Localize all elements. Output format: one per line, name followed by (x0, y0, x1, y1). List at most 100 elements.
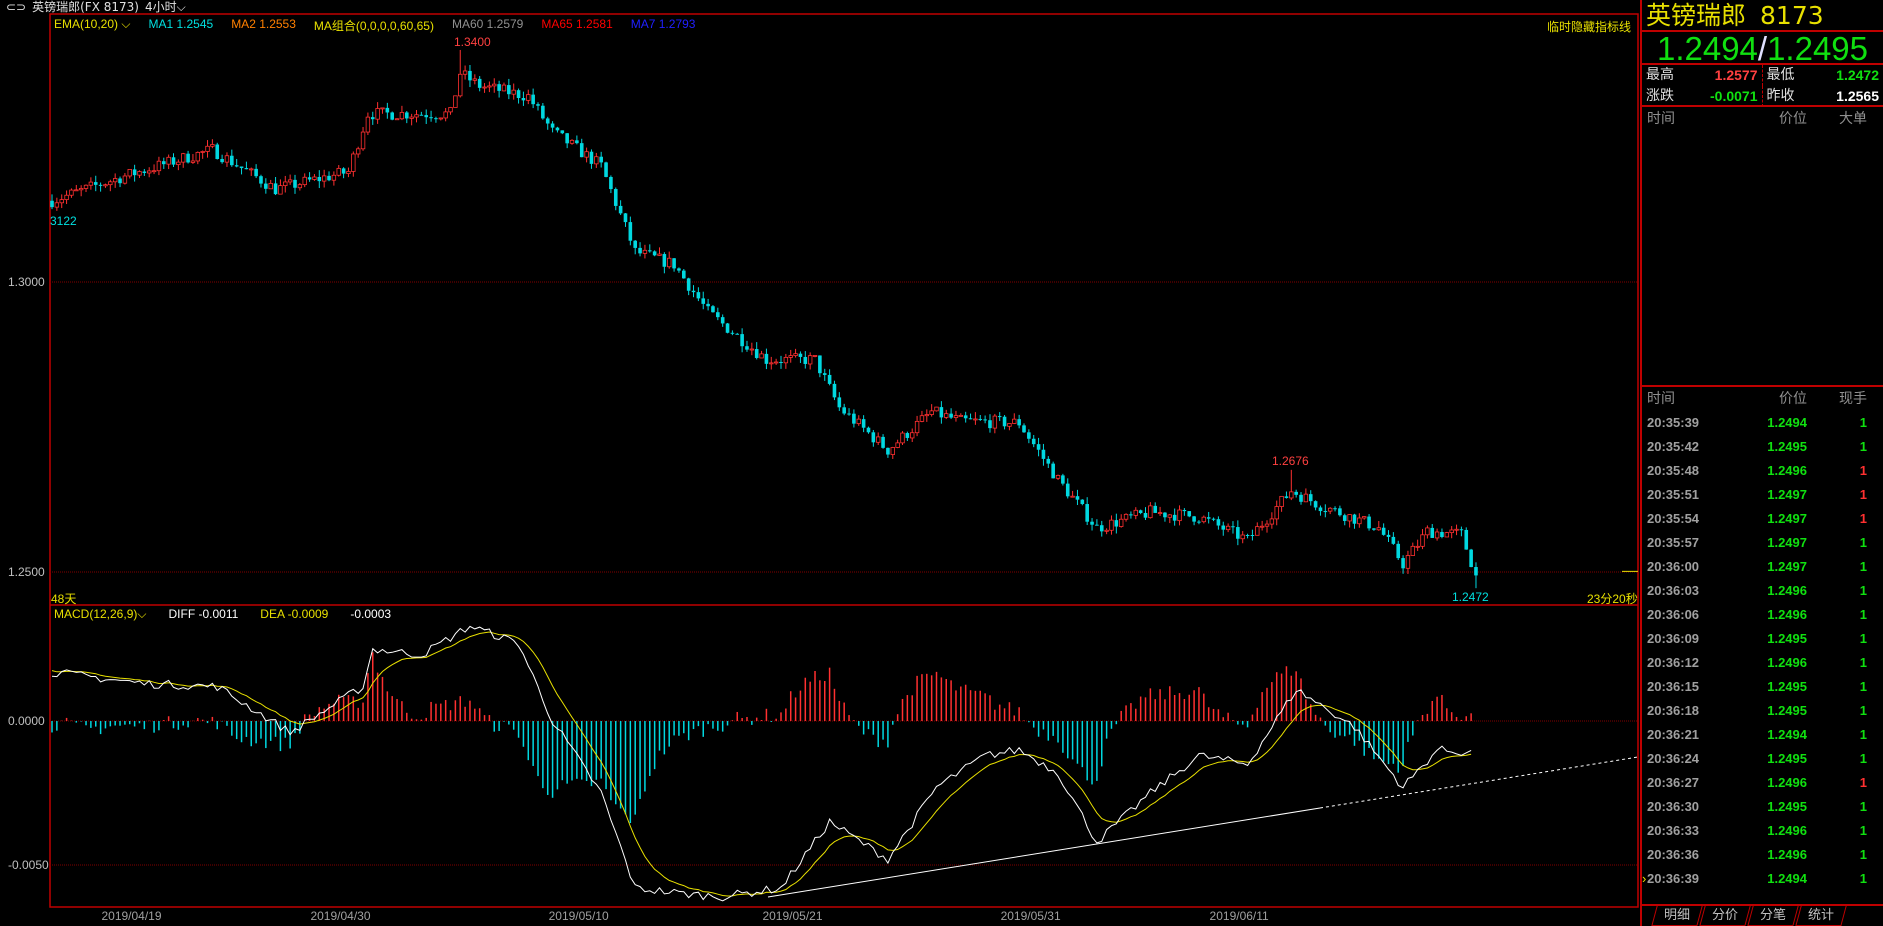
candle-down (730, 332, 735, 334)
tick-row[interactable]: 20:36:36 1.2496 1 (1642, 843, 1883, 867)
legend-item[interactable]: EMA(10,20) ⌵ (54, 17, 130, 34)
candle-down (1401, 558, 1405, 569)
legend-item[interactable]: MA7 1.2793 (631, 17, 696, 34)
date-tick-label: 2019/04/19 (101, 909, 161, 923)
tick-row[interactable]: 20:36:00 1.2497 1 (1642, 555, 1883, 579)
candle-up (336, 167, 341, 176)
stat-cell: 昨收 1.2565 (1763, 86, 1883, 107)
candle-down (716, 312, 720, 318)
candle-up (365, 116, 371, 133)
tick-row[interactable]: 20:36:12 1.2496 1 (1642, 651, 1883, 675)
candle-down (1294, 491, 1298, 495)
candle-down (623, 213, 628, 223)
tick-row[interactable]: 20:36:18 1.2495 1 (1642, 699, 1883, 723)
candle-down (818, 355, 822, 374)
kline-chart[interactable]: 1.3000 1.2500 0.0000 -0.0050 2019/04/19 2019/… (0, 0, 1640, 926)
candle-down (93, 182, 98, 185)
tick-price: 1.2496 (1767, 823, 1807, 838)
candle-down (881, 436, 885, 448)
candle-down (307, 177, 312, 180)
candle-up (1123, 513, 1129, 520)
candle-up (914, 420, 920, 434)
candle-down (50, 200, 54, 208)
candle-down (521, 98, 526, 101)
candle-down (735, 333, 740, 335)
candle-down (1031, 438, 1036, 445)
candle-down (1027, 432, 1031, 439)
legend-item[interactable]: MA65 1.2581 (541, 17, 612, 34)
tick-row[interactable]: 20:35:51 1.2497 1 (1642, 483, 1883, 507)
tick-row[interactable]: 20:35:57 1.2497 1 (1642, 531, 1883, 555)
macd-name[interactable]: MACD(12,26,9)⌵ (54, 607, 146, 622)
tick-price: 1.2497 (1767, 535, 1807, 550)
candle-up (1420, 534, 1425, 547)
legend-item[interactable]: MA2 1.2553 (231, 17, 296, 34)
tick-row[interactable]: › 20:36:39 1.2494 1 (1642, 867, 1883, 891)
candle-down (779, 361, 783, 363)
candle-down (686, 278, 691, 291)
candle-down (1002, 416, 1007, 427)
tick-row[interactable]: 20:35:48 1.2496 1 (1642, 459, 1883, 483)
tick-row[interactable]: 20:36:24 1.2495 1 (1642, 747, 1883, 771)
candle-up (876, 436, 881, 443)
candle-up (1289, 491, 1294, 499)
candle-down (385, 107, 390, 113)
tick-price: 1.2495 (1767, 439, 1807, 454)
candle-down (1464, 529, 1469, 550)
tick-row[interactable]: 20:35:42 1.2495 1 (1642, 435, 1883, 459)
candle-down (1372, 528, 1376, 530)
candle-up (176, 161, 181, 166)
candle-down (341, 168, 346, 174)
tick-time: 20:35:54 (1647, 511, 1700, 526)
legend-item[interactable]: MA1 1.2545 (148, 17, 213, 34)
candle-down (905, 433, 910, 438)
tick-time: 20:36:15 (1647, 679, 1700, 694)
candle-down (555, 127, 560, 131)
tick-row[interactable]: 20:35:54 1.2497 1 (1642, 507, 1883, 531)
current-row-marker-icon: › (1642, 871, 1647, 886)
tick-time: 20:36:36 (1647, 847, 1700, 862)
stat-label: 最低 (1766, 67, 1795, 83)
panel-tab[interactable]: 分笔 (1747, 906, 1799, 926)
legend-item[interactable]: MA组合(0,0,0,0,60,65) (314, 17, 434, 34)
candle-down (837, 397, 842, 408)
candle-down (1323, 511, 1328, 513)
candle-down (1318, 507, 1323, 512)
candle-up (399, 112, 405, 120)
tick-row[interactable]: 20:36:27 1.2496 1 (1642, 771, 1883, 795)
candle-up (54, 202, 60, 208)
candle-up (1177, 509, 1182, 522)
candle-up (958, 414, 964, 417)
tick-row[interactable]: 20:36:09 1.2495 1 (1642, 627, 1883, 651)
candle-down (1129, 514, 1133, 516)
candle-down (239, 166, 244, 169)
tick-price: 1.2495 (1767, 631, 1807, 646)
tick-row[interactable]: 20:36:30 1.2495 1 (1642, 795, 1883, 819)
tick-row[interactable]: 20:35:39 1.2494 1 (1642, 411, 1883, 435)
hide-indicator-lines-button[interactable]: 临时隐藏指标线 (1547, 18, 1631, 35)
tick-row[interactable]: 20:36:03 1.2496 1 (1642, 579, 1883, 603)
panel-tab[interactable]: 分价 (1699, 906, 1751, 926)
period-selector[interactable]: 4小时⌵ (145, 0, 186, 15)
panel-tab[interactable]: 统计 (1795, 906, 1847, 926)
tick-volume: 1 (1859, 655, 1867, 670)
tick-list[interactable]: 20:35:39 1.2494 1 20:35:42 1.2495 1 20:35:48 1.… (1642, 411, 1883, 891)
candle-down (1153, 505, 1158, 513)
stat-value: -0.0071 (1710, 88, 1758, 104)
candle-up (1201, 516, 1207, 523)
tick-row[interactable]: 20:36:06 1.2496 1 (1642, 603, 1883, 627)
legend-item[interactable]: MA60 1.2579 (452, 17, 523, 34)
macd-tick-label: -0.0050 (8, 858, 49, 872)
title-bar: ⊂⊃ 英镑瑞郎(FX 8173) 4小时⌵ (0, 0, 1640, 15)
panel-tab[interactable]: 明细 (1651, 906, 1703, 926)
candle-down (273, 183, 278, 195)
tick-price: 1.2496 (1767, 583, 1807, 598)
tick-row[interactable]: 20:36:15 1.2495 1 (1642, 675, 1883, 699)
date-tick-label: 2019/05/10 (549, 909, 609, 923)
tick-row[interactable]: 20:36:33 1.2496 1 (1642, 819, 1883, 843)
candle-up (1376, 527, 1381, 531)
tick-row[interactable]: 20:36:21 1.2494 1 (1642, 723, 1883, 747)
tick-volume: 1 (1859, 559, 1867, 574)
candle-up (462, 70, 468, 75)
candle-down (171, 157, 176, 165)
